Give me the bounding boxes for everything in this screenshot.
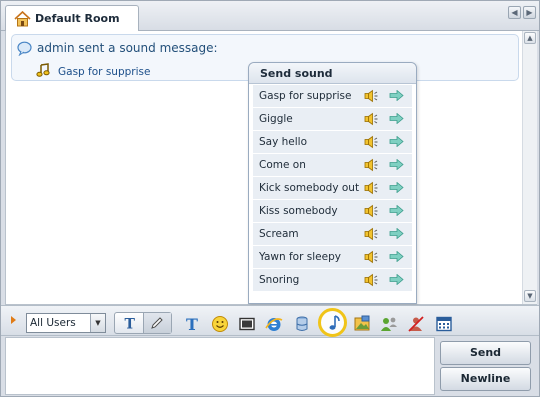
sound-list: Gasp for supprise Giggle Say hello Come on K… — [253, 85, 412, 292]
chat-scrollbar[interactable]: ▲ ▼ — [522, 31, 537, 304]
sound-item-label: Say hello — [259, 136, 308, 148]
draw-mode-button[interactable] — [144, 313, 171, 333]
speech-bubble-icon — [17, 41, 32, 56]
popup-header: Send sound — [249, 63, 416, 84]
sound-item-label: Snoring — [259, 274, 300, 286]
sound-item[interactable]: Come on — [253, 154, 412, 176]
smiley-icon[interactable] — [211, 315, 229, 333]
sound-item-label: Kiss somebody — [259, 205, 338, 217]
pencil-icon — [151, 317, 163, 329]
sound-item[interactable]: Giggle — [253, 108, 412, 130]
svg-text:T: T — [186, 315, 198, 333]
speaker-icon[interactable] — [364, 135, 379, 149]
sound-item-label: Scream — [259, 228, 299, 240]
sound-item[interactable]: Yawn for sleepy — [253, 246, 412, 268]
users-icon[interactable] — [380, 315, 398, 333]
expand-arrow-icon[interactable] — [11, 316, 16, 324]
speaker-icon[interactable] — [364, 181, 379, 195]
music-note-icon — [329, 315, 340, 330]
screenshot-icon[interactable] — [238, 315, 256, 333]
tab-title: Default Room — [35, 12, 120, 25]
message-input[interactable] — [5, 337, 435, 395]
popup-title: Send sound — [260, 67, 333, 80]
music-note-icon — [36, 63, 50, 77]
send-arrow-icon[interactable] — [389, 90, 404, 101]
speaker-icon[interactable] — [364, 89, 379, 103]
database-icon[interactable] — [293, 315, 311, 333]
sound-item-label: Yawn for sleepy — [259, 251, 341, 263]
text-mode-button[interactable]: T — [115, 313, 144, 333]
sound-item[interactable]: Snoring — [253, 269, 412, 291]
send-button[interactable]: Send — [440, 341, 531, 365]
sound-item-label: Gasp for supprise — [259, 90, 352, 102]
svg-text:T: T — [125, 317, 136, 331]
ie-browser-icon[interactable] — [265, 315, 283, 333]
send-arrow-icon[interactable] — [389, 205, 404, 216]
send-arrow-icon[interactable] — [389, 159, 404, 170]
block-user-icon[interactable] — [407, 315, 425, 333]
home-icon — [14, 11, 31, 27]
speaker-icon[interactable] — [364, 204, 379, 218]
speaker-icon[interactable] — [364, 227, 379, 241]
speaker-icon[interactable] — [364, 273, 379, 287]
scroll-down-button[interactable]: ▼ — [524, 290, 536, 302]
send-sound-button[interactable] — [318, 308, 347, 337]
send-arrow-icon[interactable] — [389, 113, 404, 124]
toolbar: All Users ▼ T T — [1, 305, 539, 337]
speaker-icon[interactable] — [364, 250, 379, 264]
calendar-icon[interactable] — [435, 315, 453, 333]
sound-item[interactable]: Kick somebody out — [253, 177, 412, 199]
sound-item-label: Kick somebody out — [259, 182, 360, 194]
sound-item-label: Giggle — [259, 113, 293, 125]
scroll-up-button[interactable]: ▲ — [524, 32, 536, 44]
sound-message-link[interactable]: Gasp for supprise — [58, 66, 150, 78]
send-arrow-icon[interactable] — [389, 274, 404, 285]
sound-item[interactable]: Kiss somebody — [253, 200, 412, 222]
image-icon[interactable] — [353, 315, 371, 333]
newline-button[interactable]: Newline — [440, 367, 531, 391]
recipient-select-value: All Users — [30, 317, 76, 329]
send-arrow-icon[interactable] — [389, 228, 404, 239]
sound-item-label: Come on — [259, 159, 306, 171]
sound-item[interactable]: Gasp for supprise — [253, 85, 412, 107]
mode-toggle: T — [114, 312, 172, 334]
send-arrow-icon[interactable] — [389, 136, 404, 147]
speaker-icon[interactable] — [364, 112, 379, 126]
send-sound-popup: Send sound Gasp for supprise Giggle Say he… — [248, 62, 417, 304]
tab-default-room[interactable]: Default Room — [5, 5, 139, 32]
send-arrow-icon[interactable] — [389, 251, 404, 262]
send-arrow-icon[interactable] — [389, 182, 404, 193]
chevron-down-icon[interactable]: ▼ — [90, 314, 105, 332]
chat-window: Default Room ◀ ▶ admin sent a sound mess… — [0, 0, 540, 397]
sound-item[interactable]: Say hello — [253, 131, 412, 153]
message-header: admin sent a sound message: — [37, 41, 218, 55]
tab-bar: Default Room ◀ ▶ — [1, 1, 539, 32]
tab-prev-button[interactable]: ◀ — [508, 6, 521, 19]
recipient-select[interactable]: All Users ▼ — [26, 313, 106, 333]
font-icon[interactable]: T — [183, 315, 201, 333]
tab-next-button[interactable]: ▶ — [523, 6, 536, 19]
speaker-icon[interactable] — [364, 158, 379, 172]
text-style-icon: T — [125, 317, 136, 331]
sound-item[interactable]: Scream — [253, 223, 412, 245]
